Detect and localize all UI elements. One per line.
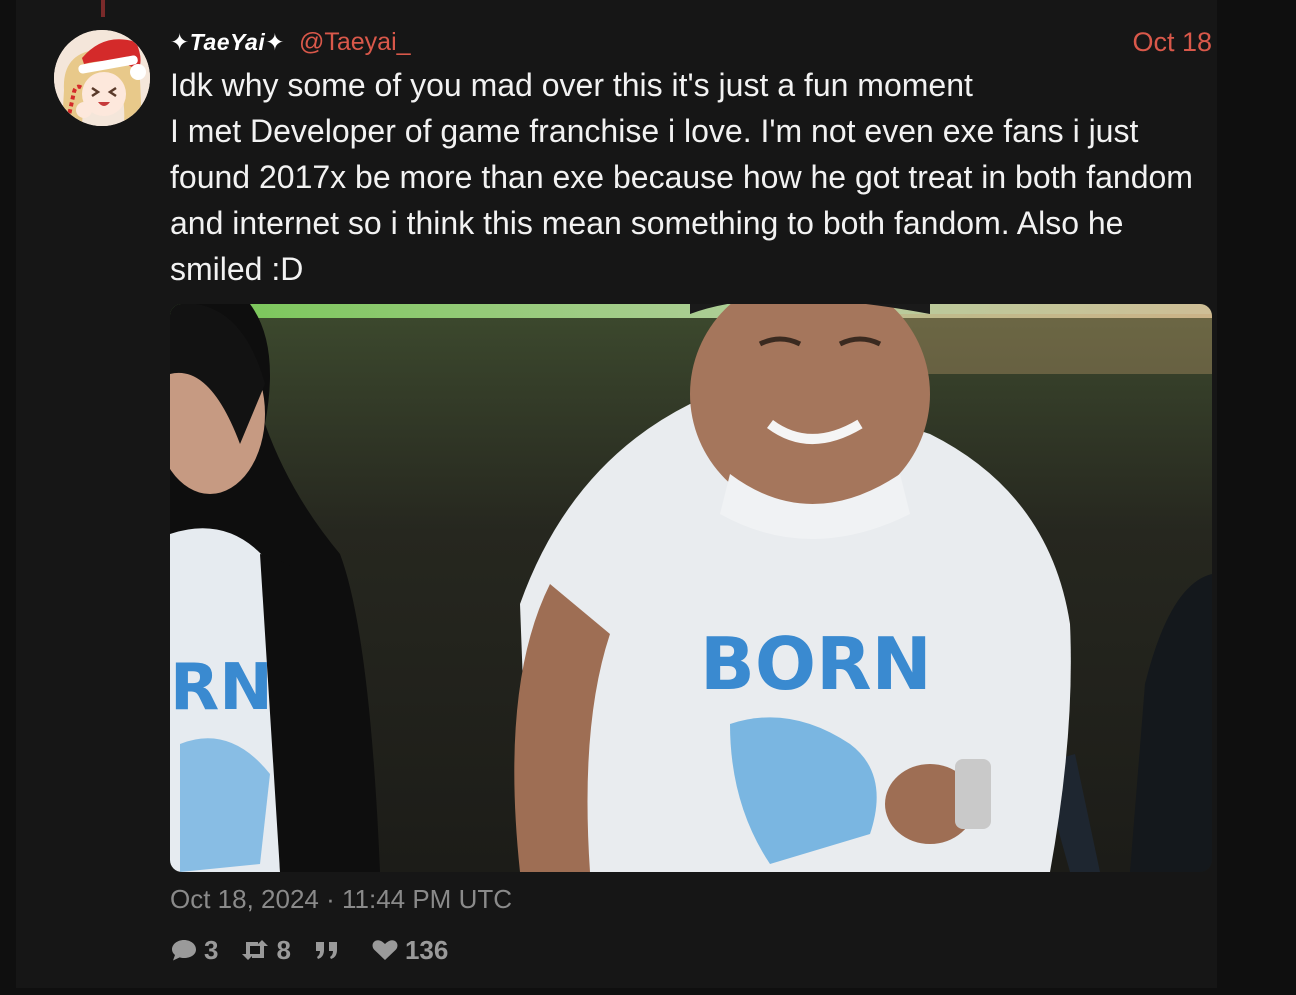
heart-icon (371, 938, 399, 962)
quote-stat[interactable] (313, 938, 347, 962)
retweet-count: 8 (276, 934, 291, 965)
shirt-print-left: RN (170, 651, 273, 725)
tweet-card: ✦TaeYai✦ @Taeyai_ Oct 18 Idk why some of… (16, 0, 1217, 988)
tweet-timestamp[interactable]: Oct 18, 2024 · 11:44 PM UTC (170, 884, 512, 915)
avatar-image (54, 30, 150, 126)
like-stat[interactable]: 136 (371, 935, 448, 966)
thread-line (101, 0, 105, 17)
like-count: 136 (404, 934, 449, 965)
media-photo: BORN RN (170, 304, 1212, 872)
user-handle[interactable]: @Taeyai_ (299, 28, 411, 57)
tweet-date-link[interactable]: Oct 18 (1132, 27, 1212, 58)
page: ✦TaeYai✦ @Taeyai_ Oct 18 Idk why some of… (0, 0, 1296, 995)
tweet-stats: 3 8 136 (170, 932, 470, 968)
tweet-text: Idk why some of you mad over this it's j… (170, 67, 1193, 287)
quote-icon (313, 938, 341, 962)
retweet-stat[interactable]: 8 (240, 934, 291, 966)
tweet-header: ✦TaeYai✦ @Taeyai_ Oct 18 (170, 24, 1212, 60)
avatar[interactable] (54, 30, 150, 126)
display-name[interactable]: ✦TaeYai✦ (170, 29, 285, 56)
comment-icon (170, 938, 198, 962)
tweet-media-image[interactable]: BORN RN (170, 304, 1212, 872)
shirt-print-center: BORN (700, 622, 932, 706)
retweet-icon (240, 938, 270, 962)
reply-stat[interactable]: 3 (170, 935, 218, 966)
reply-count: 3 (204, 934, 219, 965)
